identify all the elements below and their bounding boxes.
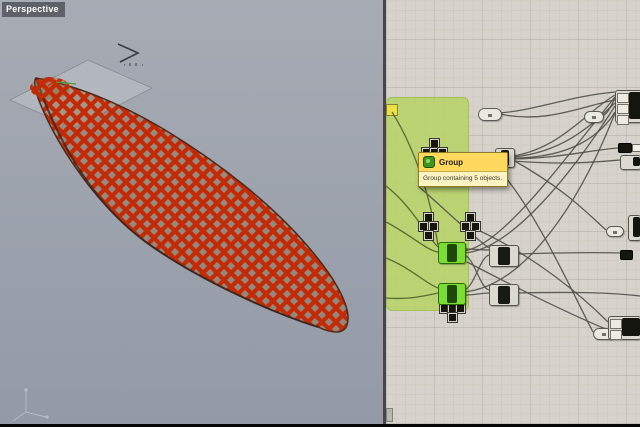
panel-edge-tag[interactable] — [386, 104, 398, 116]
component-receiver-1[interactable] — [489, 245, 519, 267]
tooltip-title: Group — [439, 158, 463, 167]
param-capsule-right[interactable] — [606, 226, 624, 237]
model-3d-view — [0, 0, 384, 424]
number-slider-name-tag[interactable] — [618, 143, 632, 153]
group-region[interactable] — [386, 97, 469, 311]
lattice-model — [30, 77, 348, 332]
group-icon — [423, 156, 435, 168]
view-axis-icon — [13, 389, 48, 421]
component-right-top[interactable] — [615, 90, 640, 123]
canvas-scroll-nub[interactable] — [386, 408, 393, 422]
value-tag[interactable] — [620, 250, 633, 260]
rhino-viewport[interactable]: Perspective — [0, 0, 384, 424]
viewport-title-perspective[interactable]: Perspective — [2, 2, 65, 17]
component-right-edge[interactable] — [628, 215, 640, 241]
component-bottom-right[interactable] — [608, 316, 640, 340]
app-window: Perspective — [0, 0, 640, 427]
tooltip-body: Group containing 5 objects. — [419, 172, 507, 186]
component-receiver-2[interactable] — [489, 284, 519, 306]
component-right-mid[interactable] — [620, 155, 640, 170]
grasshopper-canvas[interactable]: Group Group containing 5 objects. — [386, 0, 640, 424]
selected-component-1[interactable] — [438, 242, 466, 264]
selected-component-2[interactable] — [438, 283, 466, 305]
tooltip: Group Group containing 5 objects. — [418, 152, 508, 187]
curve-annotation — [118, 44, 143, 66]
number-slider-track[interactable] — [632, 144, 640, 152]
param-capsule-top[interactable] — [478, 108, 502, 121]
param-capsule-mid[interactable] — [584, 111, 604, 123]
